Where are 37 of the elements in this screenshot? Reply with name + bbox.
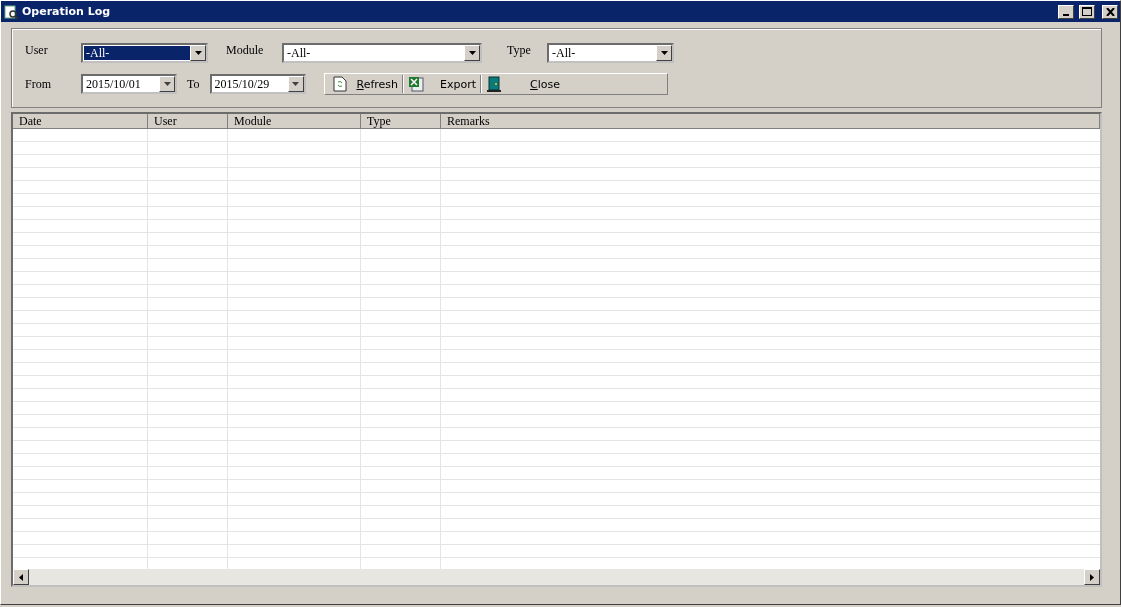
close-icon: [1105, 7, 1115, 16]
caret-icon: [468, 51, 476, 55]
dropdown-button[interactable]: [464, 45, 480, 61]
filter-label: Module: [226, 43, 265, 58]
dropdown-button[interactable]: [287, 76, 304, 92]
filter-dropdown[interactable]: -All-: [81, 43, 208, 63]
from-label: From: [25, 76, 52, 92]
filter-label: Type: [507, 43, 532, 58]
dropdown-button[interactable]: [159, 76, 175, 92]
caret-icon: [292, 82, 299, 86]
app-icon: [4, 4, 18, 19]
door-icon: [486, 76, 503, 92]
caret-icon: [163, 82, 171, 86]
dropdown-button[interactable]: [656, 45, 672, 61]
left-arrow-icon[interactable]: [19, 573, 23, 581]
dropdown-button[interactable]: [190, 45, 206, 61]
date-picker[interactable]: 2015/10/01: [81, 74, 177, 94]
toolbar-button[interactable]: Refresh: [328, 74, 403, 94]
minimize-button[interactable]: [1058, 4, 1074, 19]
window-title: Operation Log: [22, 5, 112, 18]
refresh-icon: [332, 76, 347, 92]
maximize-button[interactable]: [1079, 4, 1095, 19]
horizontal-scrollbar[interactable]: [13, 569, 1100, 585]
filter-dropdown[interactable]: -All-: [547, 43, 674, 63]
filter-label: User: [25, 43, 49, 58]
to-label: To: [187, 76, 200, 92]
date-picker[interactable]: 2015/10/29: [209, 74, 306, 94]
filter-dropdown[interactable]: -All-: [282, 43, 482, 63]
maximize-icon: [1082, 7, 1092, 16]
minimize-icon: [1063, 13, 1069, 16]
close-button[interactable]: [1102, 4, 1118, 19]
spreadsheet-icon: [408, 76, 425, 92]
caret-icon: [194, 51, 202, 55]
caret-icon: [660, 51, 668, 55]
toolbar-button[interactable]: Close: [482, 74, 565, 94]
toolbar-button[interactable]: Export: [404, 74, 481, 94]
right-arrow-icon[interactable]: [1090, 573, 1094, 581]
